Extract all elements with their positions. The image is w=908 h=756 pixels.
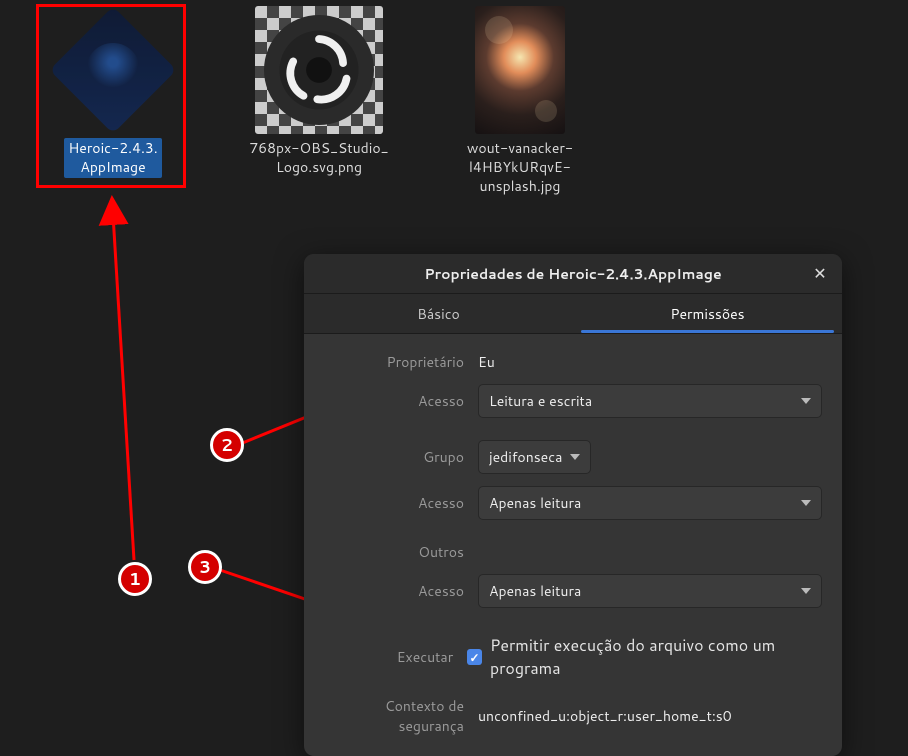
others-access-select[interactable]: Apenas leitura <box>478 574 822 608</box>
execute-text: Permitir execução do arquivo como um pro… <box>490 634 822 680</box>
close-button[interactable]: ✕ <box>808 262 832 286</box>
group-select[interactable]: jedifonseca <box>478 440 591 474</box>
group-label: Grupo <box>324 447 464 467</box>
execute-label: Executar <box>324 647 453 667</box>
file-label: 768px-OBS_Studio_ Logo.svg.png <box>245 138 392 178</box>
close-icon: ✕ <box>813 262 826 285</box>
annotation-badge-3: 3 <box>188 550 222 584</box>
owner-access-label: Acesso <box>324 391 464 411</box>
tab-basic[interactable]: Básico <box>304 294 573 333</box>
properties-dialog: Propriedades de Heroic-2.4.3.AppImage ✕ … <box>304 254 842 756</box>
group-value: jedifonseca <box>489 447 562 467</box>
group-access-value: Apenas leitura <box>489 493 581 513</box>
others-label: Outros <box>324 542 464 562</box>
file-obs[interactable]: 768px-OBS_Studio_ Logo.svg.png <box>244 6 394 178</box>
file-photo[interactable]: wout-vanacker- l4HBYkURqvE- unsplash.jpg <box>445 6 595 197</box>
owner-value: Eu <box>478 352 495 372</box>
obs-swirl-icon <box>276 27 362 113</box>
file-heroic[interactable]: Heroic-2.4.3. AppImage <box>38 6 188 178</box>
execute-checkbox[interactable]: ✓ <box>467 649 482 665</box>
dialog-body: Proprietário Eu Acesso Leitura e escrita… <box>304 334 842 756</box>
security-label: Contexto de segurança <box>324 696 464 736</box>
owner-access-value: Leitura e escrita <box>489 391 592 411</box>
file-label: Heroic-2.4.3. AppImage <box>64 138 161 178</box>
others-access-label: Acesso <box>324 581 464 601</box>
others-access-value: Apenas leitura <box>489 581 581 601</box>
heroic-icon <box>49 6 177 134</box>
obs-icon <box>255 6 383 134</box>
annotation-badge-2: 2 <box>210 428 244 462</box>
dialog-title: Propriedades de Heroic-2.4.3.AppImage <box>424 264 721 284</box>
tab-permissions[interactable]: Permissões <box>573 294 842 333</box>
dialog-header[interactable]: Propriedades de Heroic-2.4.3.AppImage ✕ <box>304 254 842 294</box>
tab-bar: Básico Permissões <box>304 294 842 334</box>
group-access-select[interactable]: Apenas leitura <box>478 486 822 520</box>
annotation-badge-1: 1 <box>118 562 152 596</box>
owner-label: Proprietário <box>324 352 464 372</box>
photo-icon <box>456 6 584 134</box>
chevron-down-icon <box>801 588 811 594</box>
group-access-label: Acesso <box>324 493 464 513</box>
chevron-down-icon <box>801 500 811 506</box>
file-label: wout-vanacker- l4HBYkURqvE- unsplash.jpg <box>463 138 577 197</box>
chevron-down-icon <box>801 398 811 404</box>
execute-checkbox-row[interactable]: ✓ Permitir execução do arquivo como um p… <box>467 630 822 684</box>
security-value: unconfined_u:object_r:user_home_t:s0 <box>478 706 732 726</box>
owner-access-select[interactable]: Leitura e escrita <box>478 384 822 418</box>
chevron-down-icon <box>570 454 580 460</box>
